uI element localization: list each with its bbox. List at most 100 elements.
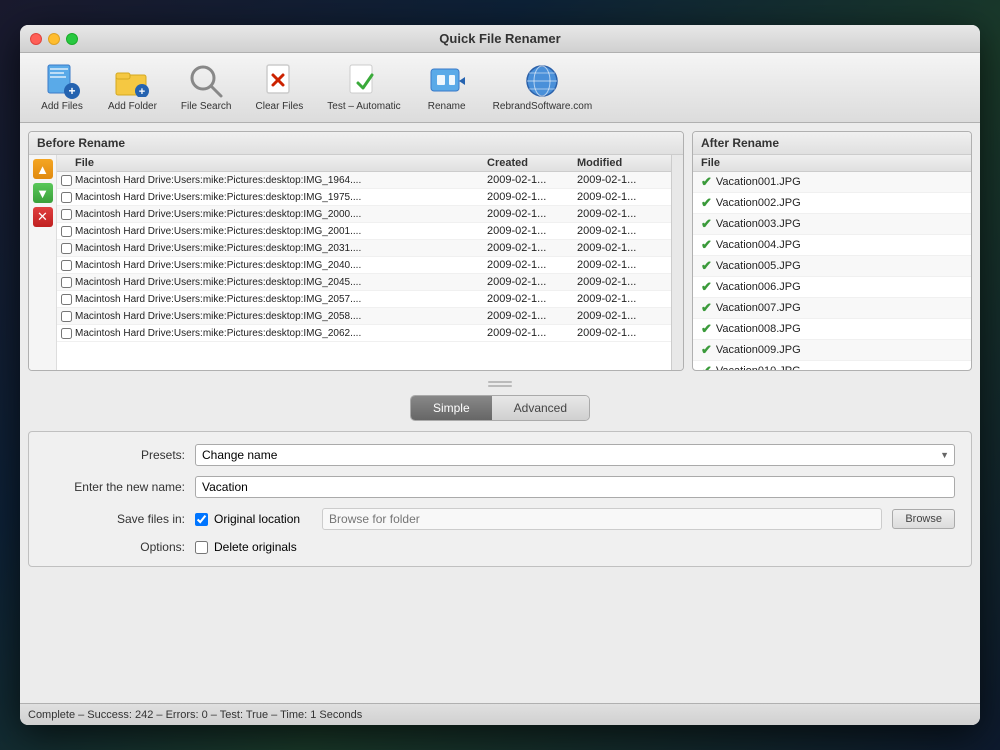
before-file-table[interactable]: File Created Modified Macintosh Hard Dri… [57, 155, 671, 370]
move-up-button[interactable]: ▲ [33, 159, 53, 179]
row-checkbox[interactable] [61, 175, 72, 186]
row-checkbox[interactable] [61, 328, 72, 339]
add-folder-label: Add Folder [108, 101, 157, 112]
resize-handle[interactable] [28, 377, 972, 389]
modified-date: 2009-02-1... [577, 293, 667, 305]
maximize-button[interactable] [66, 33, 78, 45]
row-checkbox[interactable] [61, 294, 72, 305]
created-date: 2009-02-1... [487, 293, 577, 305]
check-icon: ✔ [701, 237, 712, 253]
file-path: Macintosh Hard Drive:Users:mike:Pictures… [75, 209, 487, 220]
clear-files-button[interactable]: Clear Files [248, 59, 312, 116]
row-checkbox[interactable] [61, 226, 72, 237]
table-row: Macintosh Hard Drive:Users:mike:Pictures… [57, 172, 671, 189]
rename-icon-area [429, 63, 465, 99]
modified-date: 2009-02-1... [577, 242, 667, 254]
file-path: Macintosh Hard Drive:Users:mike:Pictures… [75, 328, 487, 339]
original-location-checkbox[interactable] [195, 513, 208, 526]
rename-button[interactable]: Rename [417, 59, 477, 116]
table-row: Macintosh Hard Drive:Users:mike:Pictures… [57, 257, 671, 274]
move-down-button[interactable]: ▼ [33, 183, 53, 203]
resize-grip-icon [480, 379, 520, 387]
search-icon [188, 63, 224, 99]
created-date: 2009-02-1... [487, 327, 577, 339]
options-row: Options: Delete originals [45, 540, 955, 554]
browse-button[interactable]: Browse [892, 509, 955, 529]
new-name-label: Enter the new name: [45, 480, 185, 494]
main-content: Before Rename ▲ ▼ ✕ File Created Modifie… [20, 123, 980, 703]
row-checkbox[interactable] [61, 192, 72, 203]
list-item: ✔ Vacation006.JPG [693, 277, 971, 298]
modified-col-header: Modified [577, 157, 667, 169]
modified-date: 2009-02-1... [577, 310, 667, 322]
test-automatic-label: Test – Automatic [327, 101, 400, 112]
row-checkbox[interactable] [61, 277, 72, 288]
after-file-table[interactable]: File ✔ Vacation001.JPG ✔Vacation002.JPG ✔… [693, 155, 971, 370]
presets-select-wrapper: Change name Add prefix Add suffix Replac… [195, 444, 955, 466]
row-checkbox[interactable] [61, 260, 72, 271]
check-icon: ✔ [701, 174, 712, 190]
tab-advanced[interactable]: Advanced [492, 396, 589, 420]
file-search-icon-area [188, 63, 224, 99]
created-date: 2009-02-1... [487, 310, 577, 322]
presets-select[interactable]: Change name Add prefix Add suffix Replac… [195, 444, 955, 466]
created-date: 2009-02-1... [487, 225, 577, 237]
delete-originals-checkbox[interactable] [195, 541, 208, 554]
rebrand-label: RebrandSoftware.com [493, 101, 593, 112]
delete-button[interactable]: ✕ [33, 207, 53, 227]
table-row: Macintosh Hard Drive:Users:mike:Pictures… [57, 325, 671, 342]
file-search-button[interactable]: File Search [173, 59, 240, 116]
after-filename: Vacation006.JPG [716, 281, 801, 293]
file-col-header: File [75, 157, 487, 169]
browse-path-input[interactable] [322, 508, 882, 530]
clear-files-icon-area [261, 63, 297, 99]
row-checkbox[interactable] [61, 311, 72, 322]
add-folder-button[interactable]: + Add Folder [100, 59, 165, 116]
tab-simple[interactable]: Simple [411, 396, 492, 420]
test-automatic-button[interactable]: Test – Automatic [319, 59, 408, 116]
svg-text:+: + [68, 84, 75, 98]
svg-text:+: + [139, 86, 145, 97]
main-window: Quick File Renamer + Add Files [20, 25, 980, 725]
close-button[interactable] [30, 33, 42, 45]
minimize-button[interactable] [48, 33, 60, 45]
rebrand-button[interactable]: RebrandSoftware.com [485, 59, 601, 116]
list-item: ✔Vacation002.JPG [693, 193, 971, 214]
row-checkbox[interactable] [61, 243, 72, 254]
presets-label: Presets: [45, 448, 185, 462]
file-path: Macintosh Hard Drive:Users:mike:Pictures… [75, 294, 487, 305]
add-folder-icon: + [114, 65, 150, 97]
status-bar: Complete – Success: 242 – Errors: 0 – Te… [20, 703, 980, 725]
row-checkbox[interactable] [61, 209, 72, 220]
new-name-row: Enter the new name: [45, 476, 955, 498]
tab-group: Simple Advanced [410, 395, 590, 421]
toolbar: + Add Files + Add Folder [20, 53, 980, 123]
tabs-area: Simple Advanced [28, 395, 972, 421]
after-rename-panel: After Rename File ✔Vacation001.JPG ✔Vaca… [692, 131, 972, 371]
list-item: ✔Vacation010.JPG [693, 361, 971, 370]
created-col-header: Created [487, 157, 577, 169]
after-filename: Vacation010.JPG [716, 365, 801, 370]
after-table-col-header: File [693, 155, 971, 172]
created-date: 2009-02-1... [487, 208, 577, 220]
clear-files-icon [261, 63, 297, 99]
modified-date: 2009-02-1... [577, 259, 667, 271]
add-files-button[interactable]: + Add Files [32, 59, 92, 116]
file-lists: Before Rename ▲ ▼ ✕ File Created Modifie… [28, 131, 972, 371]
table-row: Macintosh Hard Drive:Users:mike:Pictures… [57, 291, 671, 308]
test-automatic-icon-area [346, 63, 382, 99]
after-filename: Vacation004.JPG [716, 239, 801, 251]
created-date: 2009-02-1... [487, 276, 577, 288]
new-name-input[interactable] [195, 476, 955, 498]
modified-date: 2009-02-1... [577, 174, 667, 186]
check-icon: ✔ [701, 279, 712, 295]
after-filename: Vacation008.JPG [716, 323, 801, 335]
add-files-icon-area: + [44, 63, 80, 99]
rebrand-icon-area [524, 63, 560, 99]
list-item: ✔Vacation008.JPG [693, 319, 971, 340]
before-scrollbar[interactable] [671, 155, 683, 370]
form-area: Presets: Change name Add prefix Add suff… [28, 431, 972, 567]
traffic-lights [30, 33, 78, 45]
table-row: Macintosh Hard Drive:Users:mike:Pictures… [57, 308, 671, 325]
after-filename: Vacation001.JPG [716, 176, 801, 188]
